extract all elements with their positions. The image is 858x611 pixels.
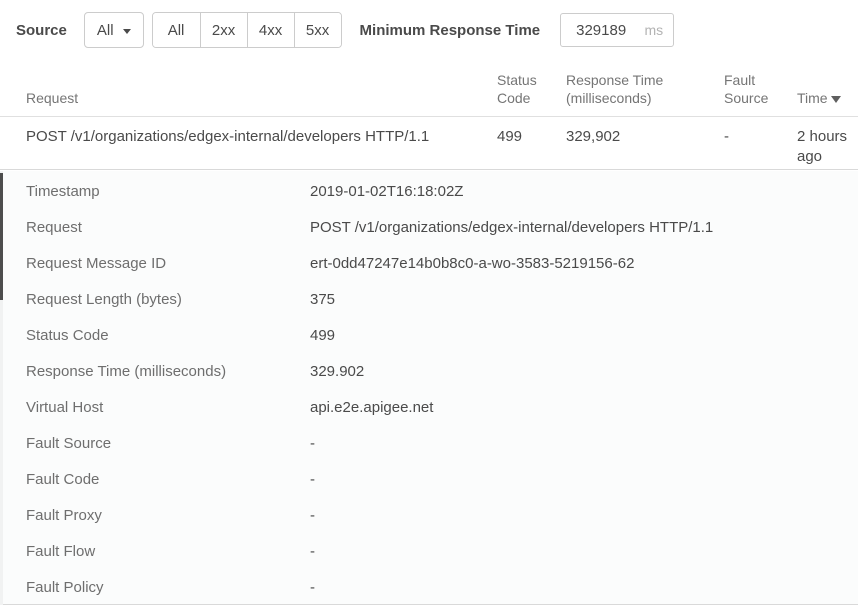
table-header: Request Status Code Response Time (milli…: [0, 60, 858, 117]
detail-row-timestamp: Timestamp 2019-01-02T16:18:02Z: [0, 173, 858, 209]
detail-value: -: [310, 507, 858, 524]
detail-value: -: [310, 471, 858, 488]
detail-label: Request: [26, 219, 310, 236]
row-detail-panel: Timestamp 2019-01-02T16:18:02Z Request P…: [0, 171, 858, 605]
detail-row-fault-flow: Fault Flow -: [0, 533, 858, 569]
detail-value: -: [310, 543, 858, 560]
min-response-time-field: ms: [560, 13, 674, 47]
detail-label: Fault Code: [26, 471, 310, 488]
detail-label: Request Message ID: [26, 255, 310, 272]
status-filter-all[interactable]: All: [153, 13, 200, 47]
caret-down-icon: [123, 29, 131, 34]
detail-label: Response Time (milliseconds): [26, 363, 310, 380]
column-header-fault-source[interactable]: Fault Source: [724, 71, 797, 107]
source-dropdown[interactable]: All: [84, 12, 144, 48]
detail-row-request: Request POST /v1/organizations/edgex-int…: [0, 209, 858, 245]
row-response-time: 329,902: [566, 127, 724, 169]
column-header-status-code[interactable]: Status Code: [497, 71, 566, 107]
source-dropdown-value: All: [97, 22, 114, 39]
detail-value: api.e2e.apigee.net: [310, 399, 858, 416]
detail-row-fault-policy: Fault Policy -: [0, 569, 858, 605]
detail-panel-scrollbar-thumb[interactable]: [0, 173, 3, 300]
row-status-code: 499: [497, 127, 566, 169]
detail-label: Virtual Host: [26, 399, 310, 416]
detail-row-fault-code: Fault Code -: [0, 461, 858, 497]
detail-label: Fault Proxy: [26, 507, 310, 524]
detail-label: Request Length (bytes): [26, 291, 310, 308]
status-filter-4xx[interactable]: 4xx: [247, 13, 294, 47]
min-response-time-input[interactable]: [574, 21, 644, 40]
column-header-request[interactable]: Request: [26, 89, 497, 107]
source-label: Source: [16, 22, 67, 39]
detail-row-fault-source: Fault Source -: [0, 425, 858, 461]
detail-row-request-length: Request Length (bytes) 375: [0, 281, 858, 317]
detail-label: Fault Source: [26, 435, 310, 452]
detail-row-request-message-id: Request Message ID ert-0dd47247e14b0b8c0…: [0, 245, 858, 281]
detail-value: 2019-01-02T16:18:02Z: [310, 183, 858, 200]
detail-label: Timestamp: [26, 183, 310, 200]
status-filter-5xx[interactable]: 5xx: [294, 13, 341, 47]
row-fault-source: -: [724, 127, 797, 169]
detail-value: -: [310, 579, 858, 596]
detail-row-fault-proxy: Fault Proxy -: [0, 497, 858, 533]
detail-row-status-code: Status Code 499: [0, 317, 858, 353]
filter-toolbar: Source All All 2xx 4xx 5xx Minimum Respo…: [0, 0, 858, 60]
min-response-time-label: Minimum Response Time: [360, 22, 541, 39]
detail-value: -: [310, 435, 858, 452]
detail-value: 329.902: [310, 363, 858, 380]
detail-value: 499: [310, 327, 858, 344]
row-time: 2 hours ago: [797, 127, 858, 169]
detail-row-response-time: Response Time (milliseconds) 329.902: [0, 353, 858, 389]
table-row[interactable]: POST /v1/organizations/edgex-internal/de…: [0, 117, 858, 170]
detail-row-virtual-host: Virtual Host api.e2e.apigee.net: [0, 389, 858, 425]
row-request: POST /v1/organizations/edgex-internal/de…: [26, 127, 497, 169]
status-code-filter-group: All 2xx 4xx 5xx: [152, 12, 342, 48]
column-header-time[interactable]: Time: [797, 89, 858, 107]
ms-unit-label: ms: [644, 22, 663, 38]
detail-value: 375: [310, 291, 858, 308]
column-header-response-time[interactable]: Response Time (milliseconds): [566, 71, 724, 107]
status-filter-2xx[interactable]: 2xx: [200, 13, 247, 47]
sort-desc-icon: [831, 96, 841, 103]
detail-label: Fault Flow: [26, 543, 310, 560]
detail-value: POST /v1/organizations/edgex-internal/de…: [310, 219, 858, 236]
detail-label: Status Code: [26, 327, 310, 344]
detail-value: ert-0dd47247e14b0b8c0-a-wo-3583-5219156-…: [310, 255, 858, 272]
detail-label: Fault Policy: [26, 579, 310, 596]
